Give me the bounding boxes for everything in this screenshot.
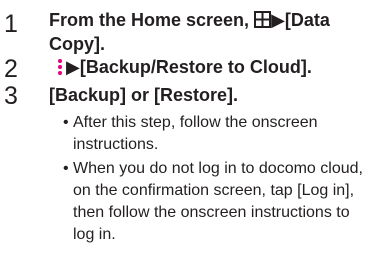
instruction-page: 1 From the Home screen, ▶[Data Copy]. 2 … <box>0 0 373 276</box>
step-1-line2: Copy]. <box>49 34 105 54</box>
list-item: When you do not log in to docomo cloud, … <box>63 158 368 246</box>
step-1-text: From the Home screen, ▶[Data Copy]. <box>49 9 330 55</box>
step-3-text: [Backup] or [Restore]. <box>49 85 239 105</box>
apps-grid-icon <box>254 11 272 33</box>
step-3-number: 3 <box>4 82 18 110</box>
list-item: After this step, follow the onscreen ins… <box>63 112 368 156</box>
step-2-number: 2 <box>4 55 18 83</box>
more-options-icon <box>56 58 64 76</box>
step-3-notes: After this step, follow the onscreen ins… <box>63 112 368 248</box>
step-1-number: 1 <box>4 10 18 38</box>
step-1-prefix: From the Home screen, <box>49 10 255 30</box>
step-2-text: ▶[Backup/Restore to Cloud]. <box>56 56 312 78</box>
step-1-arrow: ▶ <box>271 10 285 30</box>
step-2-label: ▶[Backup/Restore to Cloud]. <box>66 57 312 77</box>
step-1-menu: [Data <box>284 10 330 30</box>
